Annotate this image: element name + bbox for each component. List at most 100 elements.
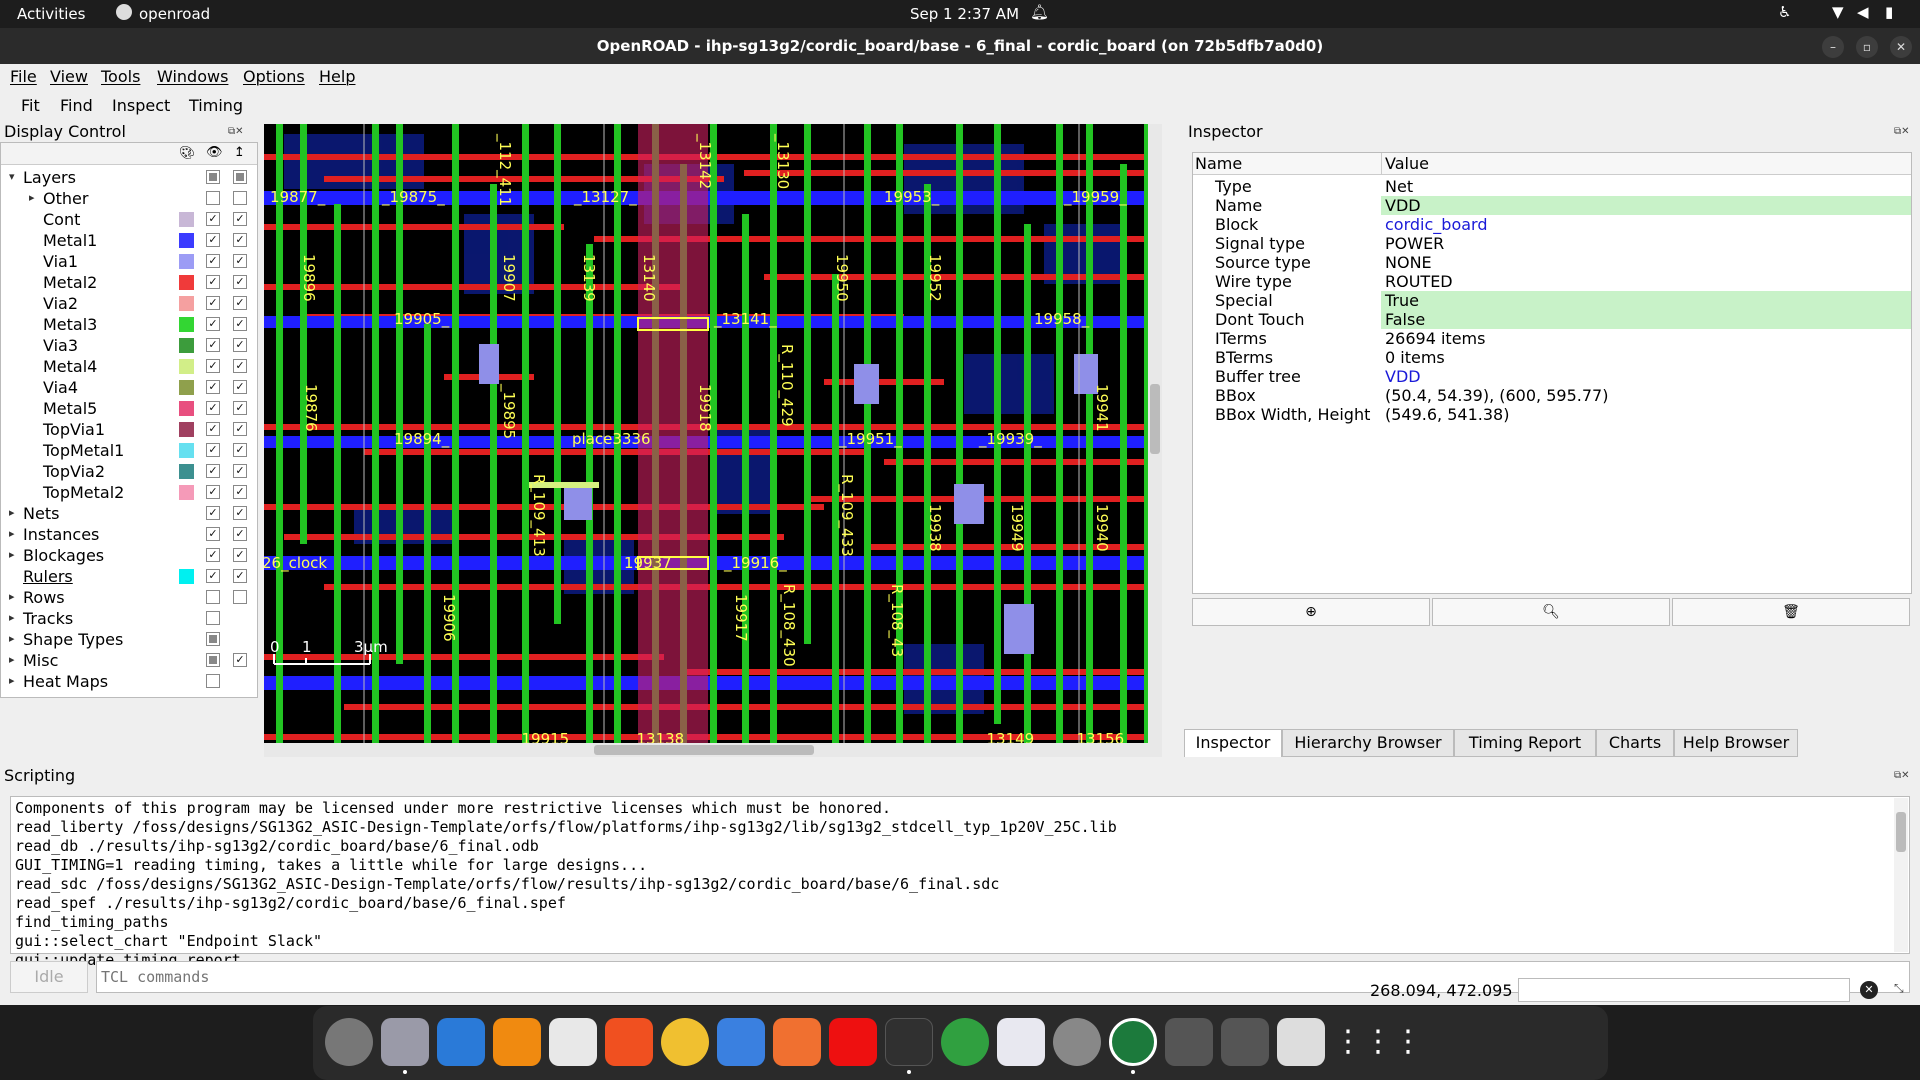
layer-color-swatch[interactable] xyxy=(179,380,194,395)
inspector-row[interactable]: Source type NONE xyxy=(1193,253,1911,272)
layer-row-rulers[interactable]: Rulers ✓ ✓ xyxy=(1,566,257,587)
zoom-to-button[interactable]: ⊕ xyxy=(1192,598,1430,626)
layer-row-nets[interactable]: ▸ Nets ✓ ✓ xyxy=(1,503,257,524)
expand-arrow-icon[interactable]: ▸ xyxy=(9,611,15,624)
selectable-checkbox[interactable]: ✓ xyxy=(233,338,247,352)
layer-row-metal4[interactable]: Metal4 ✓ ✓ xyxy=(1,356,257,377)
visibility-checkbox[interactable]: ✓ xyxy=(206,233,220,247)
timing-button[interactable]: Timing xyxy=(189,96,243,115)
inspector-row[interactable]: Block cordic_board xyxy=(1193,215,1911,234)
visibility-checkbox[interactable]: ✓ xyxy=(206,443,220,457)
layer-row-blockages[interactable]: ▸ Blockages ✓ ✓ xyxy=(1,545,257,566)
layer-color-swatch[interactable] xyxy=(179,443,194,458)
visibility-checkbox[interactable]: ✓ xyxy=(206,464,220,478)
property-value[interactable]: VDD xyxy=(1385,367,1421,386)
layout-horizontal-scrollbar[interactable] xyxy=(264,743,1148,757)
visibility-checkbox[interactable]: ✓ xyxy=(206,527,220,541)
inspector-row[interactable]: Name VDD xyxy=(1193,196,1911,215)
expand-icon[interactable]: ⤡ xyxy=(1894,981,1904,996)
selectable-checkbox[interactable]: ✓ xyxy=(233,296,247,310)
expand-arrow-icon[interactable]: ▸ xyxy=(9,674,15,687)
visibility-checkbox[interactable] xyxy=(206,674,220,688)
menu-help[interactable]: Help xyxy=(319,67,355,86)
active-app-label[interactable]: openroad xyxy=(139,5,210,23)
find-button[interactable]: Find xyxy=(60,96,93,115)
menu-tools[interactable]: Tools xyxy=(101,67,140,86)
layout-canvas[interactable]: 19877_ _19875_ _13127_ 19953_ _19959_ 19905_ _… xyxy=(264,124,1162,757)
visibility-checkbox[interactable]: ✓ xyxy=(206,338,220,352)
vscode-icon[interactable] xyxy=(437,1018,485,1066)
layer-row-rows[interactable]: ▸ Rows xyxy=(1,587,257,608)
maximize-button[interactable]: ▫ xyxy=(1856,36,1878,58)
vlc-icon[interactable] xyxy=(493,1018,541,1066)
expand-arrow-icon[interactable]: ▸ xyxy=(9,632,15,645)
ssd-drive-icon[interactable] xyxy=(1165,1018,1213,1066)
visibility-checkbox[interactable] xyxy=(206,170,220,184)
layer-row-heat-maps[interactable]: ▸ Heat Maps xyxy=(1,671,257,692)
selectable-checkbox[interactable]: ✓ xyxy=(233,254,247,268)
layer-color-swatch[interactable] xyxy=(179,275,194,290)
layer-color-swatch[interactable] xyxy=(179,359,194,374)
menu-file[interactable]: File xyxy=(10,67,37,86)
inspect-button[interactable]: Inspect xyxy=(112,96,170,115)
close-button[interactable]: ✕ xyxy=(1890,36,1912,58)
layer-row-metal3[interactable]: Metal3 ✓ ✓ xyxy=(1,314,257,335)
selectable-checkbox[interactable] xyxy=(233,170,247,184)
battery-icon[interactable]: ▮ xyxy=(1885,3,1893,21)
layer-row-topmetal2[interactable]: TopMetal2 ✓ ✓ xyxy=(1,482,257,503)
settings-icon[interactable] xyxy=(325,1018,373,1066)
volume-icon[interactable]: ◀ xyxy=(1857,3,1869,21)
inspector-row[interactable]: Type Net xyxy=(1193,177,1911,196)
layer-row-topvia2[interactable]: TopVia2 ✓ ✓ xyxy=(1,461,257,482)
youtube-icon[interactable] xyxy=(829,1018,877,1066)
activities-button[interactable]: Activities xyxy=(17,5,85,23)
brave-icon[interactable] xyxy=(605,1018,653,1066)
inspector-row[interactable]: BTerms 0 items xyxy=(1193,348,1911,367)
selectable-checkbox[interactable]: ✓ xyxy=(233,506,247,520)
selectable-checkbox[interactable]: ✓ xyxy=(233,464,247,478)
dock-float-close-icon[interactable]: ⧉✕ xyxy=(228,126,244,137)
inspector-row[interactable]: BBox Width, Height (549.6, 541.38) xyxy=(1193,405,1911,424)
fit-button[interactable]: Fit xyxy=(21,96,40,115)
visibility-checkbox[interactable]: ✓ xyxy=(206,359,220,373)
expand-arrow-icon[interactable]: ▸ xyxy=(9,653,15,666)
selectable-checkbox[interactable] xyxy=(233,191,247,205)
selectable-checkbox[interactable]: ✓ xyxy=(233,275,247,289)
layer-row-metal5[interactable]: Metal5 ✓ ✓ xyxy=(1,398,257,419)
openroad-dock-icon[interactable] xyxy=(1109,1018,1157,1066)
visibility-checkbox[interactable]: ✓ xyxy=(206,401,220,415)
console-output[interactable]: Components of this program may be licens… xyxy=(10,796,1910,969)
inspector-row[interactable]: Buffer tree VDD xyxy=(1193,367,1911,386)
find-button[interactable]: 🔍︎ xyxy=(1432,598,1670,626)
selectable-checkbox[interactable] xyxy=(233,590,247,604)
visibility-checkbox[interactable]: ✓ xyxy=(206,422,220,436)
selectable-checkbox[interactable]: ✓ xyxy=(233,317,247,331)
text-editor-icon[interactable] xyxy=(997,1018,1045,1066)
chrome-icon[interactable] xyxy=(941,1018,989,1066)
tab-hierarchy-browser[interactable]: Hierarchy Browser xyxy=(1282,729,1454,757)
visibility-checkbox[interactable] xyxy=(206,611,220,625)
layer-color-swatch[interactable] xyxy=(179,401,194,416)
visibility-checkbox[interactable]: ✓ xyxy=(206,317,220,331)
menu-options[interactable]: Options xyxy=(243,67,305,86)
layer-color-swatch[interactable] xyxy=(179,254,194,269)
minimize-button[interactable]: – xyxy=(1822,36,1844,58)
layer-row-metal1[interactable]: Metal1 ✓ ✓ xyxy=(1,230,257,251)
visibility-checkbox[interactable] xyxy=(206,590,220,604)
layer-row-metal2[interactable]: Metal2 ✓ ✓ xyxy=(1,272,257,293)
visibility-checkbox[interactable] xyxy=(206,653,220,667)
wifi-icon[interactable]: ▼ xyxy=(1832,3,1844,21)
col-value-header[interactable]: Value xyxy=(1385,154,1429,173)
visibility-checkbox[interactable]: ✓ xyxy=(206,254,220,268)
layer-row-tracks[interactable]: ▸ Tracks xyxy=(1,608,257,629)
layout-vertical-scrollbar[interactable] xyxy=(1148,124,1162,757)
selectable-checkbox[interactable]: ✓ xyxy=(233,422,247,436)
layer-color-swatch[interactable] xyxy=(179,296,194,311)
inspector-row[interactable]: ITerms 26694 items xyxy=(1193,329,1911,348)
layer-color-swatch[interactable] xyxy=(179,422,194,437)
visibility-checkbox[interactable]: ✓ xyxy=(206,548,220,562)
notification-bell-icon[interactable]: 🔔︎ xyxy=(1030,3,1049,21)
gmail-icon[interactable] xyxy=(549,1018,597,1066)
layer-color-swatch[interactable] xyxy=(179,338,194,353)
selectable-checkbox[interactable]: ✓ xyxy=(233,359,247,373)
